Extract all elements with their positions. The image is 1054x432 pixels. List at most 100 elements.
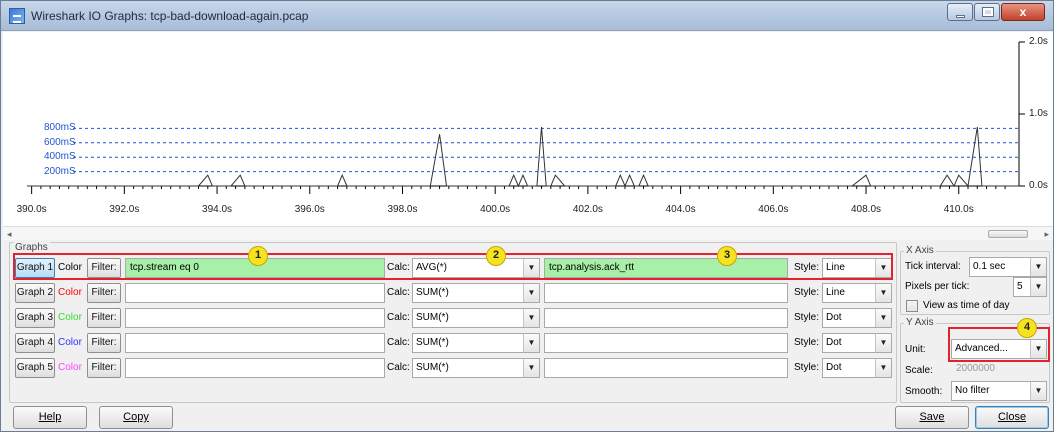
graph-1-series-line [27, 126, 1019, 188]
pixels-per-tick-select[interactable]: 5 ▼ [1013, 277, 1047, 297]
chevron-down-icon: ▼ [523, 334, 539, 352]
graph-3-calc-field-input[interactable] [544, 308, 788, 328]
chevron-down-icon: ▼ [875, 359, 891, 377]
graph-2-calc-label: Calc: [387, 287, 410, 298]
wireshark-app-icon [9, 8, 25, 24]
graph-4-button[interactable]: Graph 4 [15, 333, 55, 353]
x-tick-label: 406.0s [758, 204, 789, 215]
graph-3-filter-button[interactable]: Filter: [87, 308, 121, 328]
graph-5-style-value: Dot [826, 362, 842, 373]
graph-5-filter-button[interactable]: Filter: [87, 358, 121, 378]
graph-3-calc-label: Calc: [387, 312, 410, 323]
graph-3-style-select[interactable]: Dot ▼ [822, 308, 892, 328]
smooth-label: Smooth: [905, 386, 943, 397]
io-graphs-window: Wireshark IO Graphs: tcp-bad-download-ag… [0, 0, 1054, 432]
pixels-per-tick-value: 5 [1017, 281, 1023, 292]
graph-3-button[interactable]: Graph 3 [15, 308, 55, 328]
graph-row-5: Graph 5 Color Filter: Calc: SUM(*) ▼ Style: Dot… [15, 357, 893, 379]
close-button-label: Close [997, 411, 1027, 423]
graph-5-button[interactable]: Graph 5 [15, 358, 55, 378]
x-tick-label: 394.0s [202, 204, 233, 215]
graph-5-calc-select[interactable]: SUM(*) ▼ [412, 358, 540, 378]
view-as-time-label[interactable]: View as time of day [923, 300, 1010, 311]
graph-4-calc-value: SUM(*) [416, 337, 449, 348]
right-y-tick-label: 1.0s [1029, 108, 1048, 119]
close-button[interactable]: Close [975, 406, 1049, 429]
graph-2-filter-input[interactable] [125, 283, 385, 303]
graph-3-calc-value: SUM(*) [416, 312, 449, 323]
title-bar[interactable]: Wireshark IO Graphs: tcp-bad-download-ag… [1, 1, 1053, 31]
x-tick-label: 408.0s [851, 204, 882, 215]
x-tick-label: 392.0s [109, 204, 140, 215]
graph-4-calc-field-input[interactable] [544, 333, 788, 353]
graph-4-style-label: Style: [794, 337, 820, 348]
unit-label: Unit: [905, 344, 926, 355]
chevron-down-icon: ▼ [523, 309, 539, 327]
horizontal-scrollbar[interactable]: ◂ ▸ [3, 226, 1053, 240]
save-button-label: Save [919, 411, 945, 423]
copy-button[interactable]: Copy [99, 406, 173, 429]
graph-2-style-value: Line [826, 287, 845, 298]
close-window-button[interactable]: x [1001, 3, 1045, 21]
graph-2-calc-select[interactable]: SUM(*) ▼ [412, 283, 540, 303]
left-y-reference-label: 200mS [44, 165, 76, 177]
graph-5-calc-value: SUM(*) [416, 362, 449, 373]
chevron-down-icon: ▼ [1030, 258, 1046, 276]
tick-interval-value: 0.1 sec [973, 261, 1006, 272]
save-button[interactable]: Save [895, 406, 969, 429]
graph-2-calc-value: SUM(*) [416, 287, 449, 298]
x-tick-label: 398.0s [387, 204, 418, 215]
scrollbar-thumb[interactable] [988, 230, 1028, 238]
minimize-button[interactable] [947, 3, 973, 21]
graph-4-calc-select[interactable]: SUM(*) ▼ [412, 333, 540, 353]
smooth-value: No filter [955, 385, 990, 396]
graph-2-button[interactable]: Graph 2 [15, 283, 55, 303]
scroll-right-arrow-icon[interactable]: ▸ [1044, 229, 1049, 240]
callout-badge-3: 3 [717, 246, 737, 266]
tick-interval-label: Tick interval: [905, 261, 961, 272]
chevron-down-icon: ▼ [1030, 382, 1046, 400]
right-y-tick-label: 2.0s [1029, 36, 1048, 47]
tick-interval-select[interactable]: 0.1 sec ▼ [969, 257, 1047, 277]
graph-3-filter-input[interactable] [125, 308, 385, 328]
graph-2-filter-button[interactable]: Filter: [87, 283, 121, 303]
x-tick-label: 410.0s [943, 204, 974, 215]
io-graph-plot[interactable]: 390.0s 392.0s 394.0s 396.0s 398.0s 400.0s 402.… [3, 32, 1053, 226]
chevron-down-icon: ▼ [875, 284, 891, 302]
scroll-left-arrow-icon[interactable]: ◂ [7, 229, 12, 240]
graph1-highlight-box [13, 253, 893, 280]
graph-3-color-label[interactable]: Color [58, 312, 82, 323]
smooth-select[interactable]: No filter ▼ [951, 381, 1047, 401]
graph-4-filter-button[interactable]: Filter: [87, 333, 121, 353]
scale-value: 2000000 [956, 363, 995, 374]
x-tick-label: 402.0s [572, 204, 603, 215]
io-graph-canvas [27, 41, 1025, 194]
chevron-down-icon: ▼ [875, 309, 891, 327]
graph-2-calc-field-input[interactable] [544, 283, 788, 303]
graph-4-color-label[interactable]: Color [58, 337, 82, 348]
graph-3-calc-select[interactable]: SUM(*) ▼ [412, 308, 540, 328]
graph-5-calc-field-input[interactable] [544, 358, 788, 378]
graph-4-style-value: Dot [826, 337, 842, 348]
graph-4-style-select[interactable]: Dot ▼ [822, 333, 892, 353]
graph-5-color-label[interactable]: Color [58, 362, 82, 373]
left-y-reference-label: 800mS [44, 122, 76, 134]
graph-4-filter-input[interactable] [125, 333, 385, 353]
maximize-icon [982, 7, 994, 17]
minimize-icon [956, 15, 965, 18]
callout-badge-1: 1 [248, 246, 268, 266]
view-as-time-checkbox[interactable] [906, 300, 918, 312]
graph-5-style-select[interactable]: Dot ▼ [822, 358, 892, 378]
graph-5-calc-label: Calc: [387, 362, 410, 373]
scale-label: Scale: [905, 365, 933, 376]
graph-2-color-label[interactable]: Color [58, 287, 82, 298]
x-axis-group-title: X Axis [904, 245, 936, 256]
graph-2-style-label: Style: [794, 287, 820, 298]
help-button[interactable]: Help [13, 406, 87, 429]
graph-5-filter-input[interactable] [125, 358, 385, 378]
window-controls: x [946, 3, 1045, 21]
graph-2-style-select[interactable]: Line ▼ [822, 283, 892, 303]
maximize-button[interactable] [974, 3, 1000, 21]
left-y-reference-label: 400mS [44, 151, 76, 163]
x-tick-label: 396.0s [294, 204, 325, 215]
